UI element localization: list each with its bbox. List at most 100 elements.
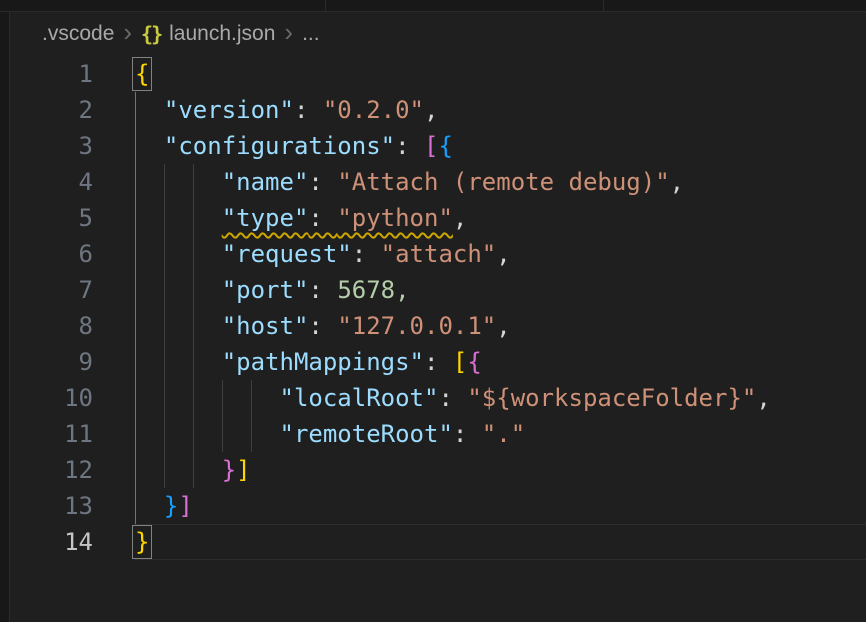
code-content: "configurations": [{: [135, 128, 866, 164]
code-content: "remoteRoot": ".": [135, 416, 866, 452]
code-token: "configurations": [164, 132, 395, 160]
code-token: ,: [453, 204, 467, 232]
indent-guide: [193, 344, 194, 380]
line-number: 8: [10, 308, 93, 344]
code-token: ,: [395, 276, 409, 304]
code-content: "localRoot": "${workspaceFolder}",: [135, 380, 866, 416]
indent-guide: [135, 92, 136, 128]
code-content: "version": "0.2.0",: [135, 92, 866, 128]
code-line[interactable]: 14}: [10, 524, 866, 560]
chevron-right-icon: ›: [284, 19, 293, 45]
code-token: ,: [496, 240, 510, 268]
code-line[interactable]: 6 "request": "attach",: [10, 236, 866, 272]
code-token: }: [164, 492, 178, 520]
code-token: "remoteRoot": [280, 420, 453, 448]
code-line[interactable]: 11 "remoteRoot": ".": [10, 416, 866, 452]
line-number: 11: [10, 416, 93, 452]
chevron-right-icon: ›: [123, 19, 132, 45]
code-token: :: [308, 276, 337, 304]
code-line[interactable]: 13 }]: [10, 488, 866, 524]
code-line[interactable]: 1{: [10, 56, 866, 92]
line-number: 14: [10, 524, 93, 560]
code-token: "attach": [381, 240, 497, 268]
code-line[interactable]: 8 "host": "127.0.0.1",: [10, 308, 866, 344]
code-token: "0.2.0": [323, 96, 424, 124]
indent-guide: [193, 308, 194, 344]
code-line[interactable]: 5 "type": "python",: [10, 200, 866, 236]
indent-guide: [135, 236, 136, 272]
code-line[interactable]: 10 "localRoot": "${workspaceFolder}",: [10, 380, 866, 416]
code-content: }: [135, 524, 866, 560]
indent-guide: [193, 272, 194, 308]
line-number: 6: [10, 236, 93, 272]
breadcrumb-symbol[interactable]: ...: [302, 22, 320, 46]
code-token: "127.0.0.1": [337, 312, 496, 340]
code-line[interactable]: 4 "name": "Attach (remote debug)",: [10, 164, 866, 200]
code-token: {: [467, 348, 481, 376]
code-lines: 1{2 "version": "0.2.0",3 "configurations…: [10, 56, 866, 560]
code-line[interactable]: 2 "version": "0.2.0",: [10, 92, 866, 128]
code-token: ,: [670, 168, 684, 196]
line-number: 4: [10, 164, 93, 200]
code-token: }: [222, 456, 236, 484]
code-token: "type": [222, 204, 309, 232]
indent-guide: [164, 380, 165, 416]
code-token: {: [135, 60, 149, 88]
indent-guide: [164, 452, 165, 488]
panel-edge: [0, 12, 10, 622]
code-content: "pathMappings": [{: [135, 344, 866, 380]
indent-guide: [251, 416, 252, 452]
code-token: :: [438, 384, 467, 412]
code-token: :: [352, 240, 381, 268]
editor[interactable]: 1{2 "version": "0.2.0",3 "configurations…: [10, 56, 866, 622]
code-content: "host": "127.0.0.1",: [135, 308, 866, 344]
code-content: {: [135, 56, 866, 92]
code-line[interactable]: 7 "port": 5678,: [10, 272, 866, 308]
code-token: ]: [178, 492, 192, 520]
code-token: :: [453, 420, 482, 448]
code-content: "type": "python",: [135, 200, 866, 236]
code-token: ,: [496, 312, 510, 340]
code-token: "localRoot": [280, 384, 439, 412]
code-token: [: [424, 132, 438, 160]
indent-guide: [164, 236, 165, 272]
code-token: "name": [222, 168, 309, 196]
code-token: :: [308, 312, 337, 340]
indent-guide: [135, 380, 136, 416]
line-number: 2: [10, 92, 93, 128]
code-token: :: [294, 96, 323, 124]
tab-bar: [0, 0, 866, 12]
code-token: "pathMappings": [222, 348, 424, 376]
code-token: :: [395, 132, 424, 160]
indent-guide: [164, 344, 165, 380]
code-token: "Attach (remote debug)": [337, 168, 669, 196]
code-content: }]: [135, 488, 866, 524]
indent-guide: [135, 344, 136, 380]
warning-squiggle: "type": "python": [222, 204, 453, 232]
code-line[interactable]: 9 "pathMappings": [{: [10, 344, 866, 380]
line-number: 13: [10, 488, 93, 524]
breadcrumb-folder[interactable]: .vscode: [42, 22, 114, 46]
line-number: 10: [10, 380, 93, 416]
indent-guide: [135, 308, 136, 344]
indent-guide: [251, 380, 252, 416]
code-token: ,: [424, 96, 438, 124]
code-line[interactable]: 3 "configurations": [{: [10, 128, 866, 164]
indent-guide: [164, 164, 165, 200]
code-token: ,: [756, 384, 770, 412]
breadcrumb-file[interactable]: launch.json: [169, 22, 275, 46]
indent-guide: [135, 128, 136, 164]
line-number: 5: [10, 200, 93, 236]
indent-guide: [193, 236, 194, 272]
code-token: 5678: [337, 276, 395, 304]
line-number: 7: [10, 272, 93, 308]
tab-separator: [603, 0, 604, 11]
code-line[interactable]: 12 }]: [10, 452, 866, 488]
code-token: "python": [337, 204, 453, 232]
code-token: {: [438, 132, 452, 160]
indent-guide: [164, 308, 165, 344]
tab-separator: [325, 0, 326, 11]
indent-guide: [135, 416, 136, 452]
indent-guide: [193, 452, 194, 488]
indent-guide: [135, 488, 136, 524]
